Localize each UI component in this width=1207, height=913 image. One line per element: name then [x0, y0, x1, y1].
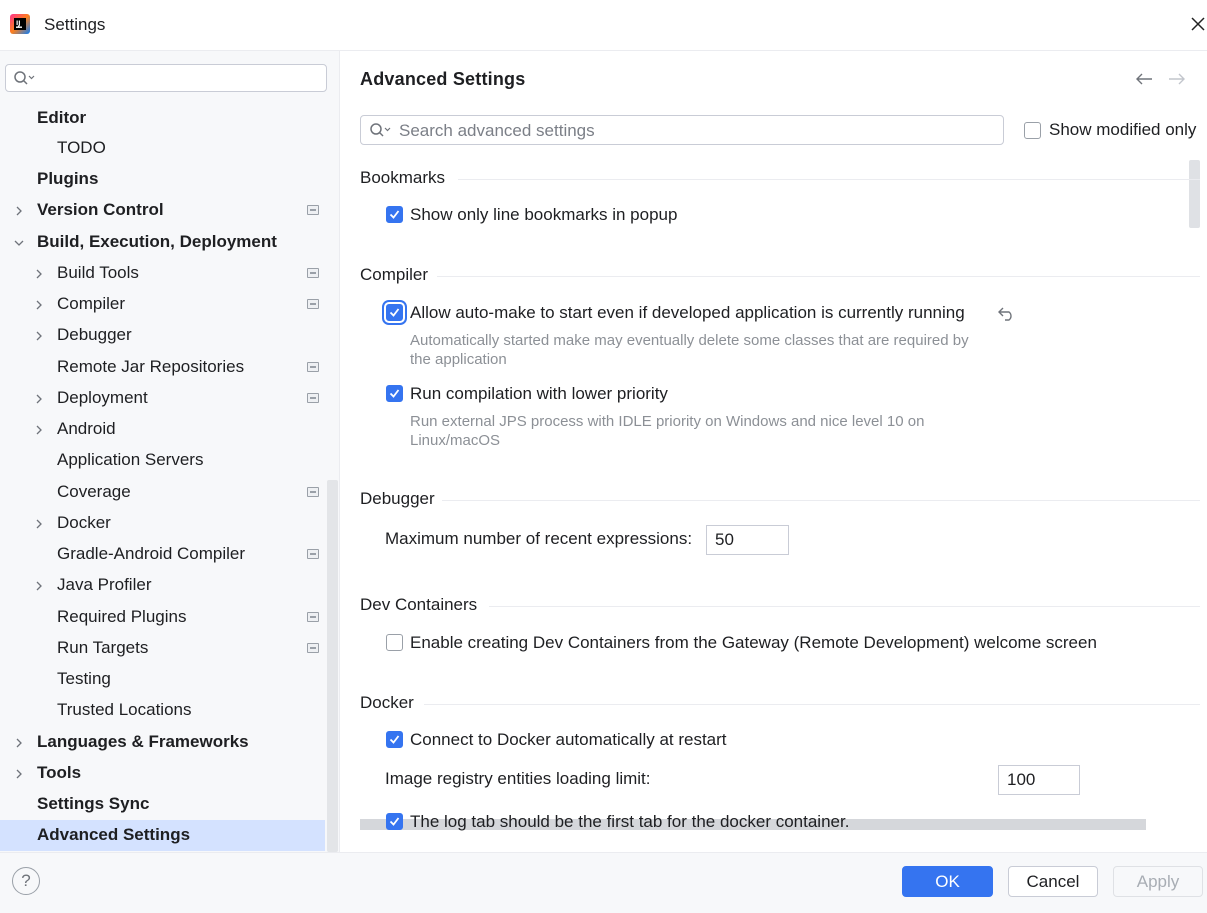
lower-priority-checkbox[interactable] — [386, 385, 403, 402]
sidebar-item-testing[interactable]: Testing — [57, 665, 111, 693]
log-tab-first-label: The log tab should be the first tab for … — [410, 812, 850, 831]
chevron-right-icon[interactable] — [33, 517, 45, 529]
registry-limit-input[interactable]: 100 — [998, 765, 1080, 795]
log-tab-first-checkbox[interactable] — [386, 813, 403, 830]
show-line-bookmarks-checkbox[interactable] — [386, 206, 403, 223]
help-button[interactable]: ? — [12, 867, 40, 895]
chevron-right-icon[interactable] — [33, 329, 45, 341]
project-level-icon — [307, 268, 319, 278]
section-debugger: Debugger — [360, 489, 435, 508]
allow-auto-make-checkbox[interactable] — [386, 304, 403, 321]
chevron-right-icon[interactable] — [13, 204, 25, 216]
sidebar-item-tools[interactable]: Tools — [37, 759, 81, 787]
sidebar-item-remote-jar-repositories[interactable]: Remote Jar Repositories — [57, 353, 244, 381]
show-line-bookmarks-label: Show only line bookmarks in popup — [410, 205, 678, 224]
close-icon[interactable] — [1190, 12, 1207, 38]
project-level-icon — [307, 299, 319, 309]
title-bar — [0, 0, 1207, 51]
sidebar-item-version-control[interactable]: Version Control — [37, 196, 164, 224]
sidebar-item-application-servers[interactable]: Application Servers — [57, 446, 203, 474]
sidebar-item-compiler[interactable]: Compiler — [57, 290, 125, 318]
separator — [437, 276, 1200, 277]
section-dev-containers: Dev Containers — [360, 595, 478, 614]
chevron-right-icon[interactable] — [33, 579, 45, 591]
sidebar-item-languages-frameworks[interactable]: Languages & Frameworks — [37, 728, 249, 756]
svg-text:IJ: IJ — [16, 20, 20, 27]
main-scrollbar[interactable] — [1189, 160, 1200, 228]
page-title: Advanced Settings — [360, 69, 526, 89]
project-level-icon — [307, 205, 319, 215]
project-level-icon — [307, 393, 319, 403]
window-title: Settings — [44, 15, 106, 34]
project-level-icon — [307, 612, 319, 622]
lower-priority-label: Run compilation with lower priority — [410, 384, 668, 403]
ok-button[interactable]: OK — [902, 866, 993, 897]
sidebar-search-input[interactable] — [5, 64, 327, 92]
project-level-icon — [307, 362, 319, 372]
sidebar-item-android[interactable]: Android — [57, 415, 116, 443]
apply-button[interactable]: Apply — [1113, 866, 1203, 897]
sidebar-item-docker[interactable]: Docker — [57, 509, 111, 537]
sidebar-item-plugins[interactable]: Plugins — [37, 165, 98, 193]
search-icon — [13, 70, 35, 91]
chevron-right-icon[interactable] — [33, 298, 45, 310]
max-expressions-input[interactable]: 50 — [706, 525, 789, 555]
sidebar-item-advanced-settings[interactable]: Advanced Settings — [37, 821, 190, 849]
auto-make-hint-line2: the application — [410, 351, 507, 368]
back-arrow-icon[interactable] — [1133, 69, 1155, 91]
sidebar-item-debugger[interactable]: Debugger — [57, 321, 132, 349]
lower-priority-hint-line2: Linux/macOS — [410, 432, 501, 449]
chevron-right-icon[interactable] — [33, 423, 45, 435]
connect-docker-checkbox[interactable] — [386, 731, 403, 748]
chevron-down-icon[interactable] — [13, 236, 25, 248]
sidebar-item-trusted-locations[interactable]: Trusted Locations — [57, 696, 192, 724]
section-bookmarks: Bookmarks — [360, 168, 446, 187]
chevron-right-icon[interactable] — [13, 736, 25, 748]
reset-undo-icon[interactable] — [997, 304, 1017, 322]
enable-dev-containers-checkbox[interactable] — [386, 634, 403, 651]
show-modified-only-label: Show modified only — [1049, 120, 1197, 139]
project-level-icon — [307, 549, 319, 559]
search-placeholder: Search advanced settings — [399, 121, 595, 140]
sidebar-item-required-plugins[interactable]: Required Plugins — [57, 603, 186, 631]
separator — [442, 500, 1200, 501]
allow-auto-make-label: Allow auto-make to start even if develop… — [410, 303, 965, 322]
lower-priority-hint-line1: Run external JPS process with IDLE prior… — [410, 413, 925, 430]
app-logo-icon: IJ — [9, 13, 31, 35]
max-expressions-label: Maximum number of recent expressions: — [385, 529, 693, 548]
project-level-icon — [307, 487, 319, 497]
sidebar-item-java-profiler[interactable]: Java Profiler — [57, 571, 151, 599]
separator — [458, 179, 1200, 180]
cancel-button[interactable]: Cancel — [1008, 866, 1098, 897]
sidebar-item-build-tools[interactable]: Build Tools — [57, 259, 139, 287]
chevron-right-icon[interactable] — [13, 767, 25, 779]
auto-make-hint-line1: Automatically started make may eventuall… — [410, 332, 969, 349]
sidebar-item-deployment[interactable]: Deployment — [57, 384, 148, 412]
connect-docker-label: Connect to Docker automatically at resta… — [410, 730, 727, 749]
sidebar-item-editor[interactable]: Editor — [37, 104, 86, 132]
sidebar-item-gradle-android-compiler[interactable]: Gradle-Android Compiler — [57, 540, 245, 568]
separator — [424, 704, 1200, 705]
project-level-icon — [307, 643, 319, 653]
forward-arrow-icon[interactable] — [1166, 69, 1188, 91]
search-icon — [369, 122, 391, 143]
section-docker: Docker — [360, 693, 414, 712]
advanced-settings-search-input[interactable]: Search advanced settings — [360, 115, 1004, 145]
enable-dev-containers-label: Enable creating Dev Containers from the … — [410, 633, 1097, 652]
registry-limit-label: Image registry entities loading limit: — [385, 769, 651, 788]
sidebar-item-run-targets[interactable]: Run Targets — [57, 634, 148, 662]
sidebar-scrollbar[interactable] — [327, 480, 338, 852]
separator — [489, 606, 1200, 607]
sidebar-item-build-execution-deployment[interactable]: Build, Execution, Deployment — [37, 228, 277, 256]
sidebar-item-todo[interactable]: TODO — [57, 134, 106, 162]
show-modified-only-checkbox[interactable] — [1024, 122, 1041, 139]
chevron-right-icon[interactable] — [33, 267, 45, 279]
sidebar-item-coverage[interactable]: Coverage — [57, 478, 131, 506]
sidebar-item-settings-sync[interactable]: Settings Sync — [37, 790, 149, 818]
chevron-right-icon[interactable] — [33, 392, 45, 404]
section-compiler: Compiler — [360, 265, 429, 284]
